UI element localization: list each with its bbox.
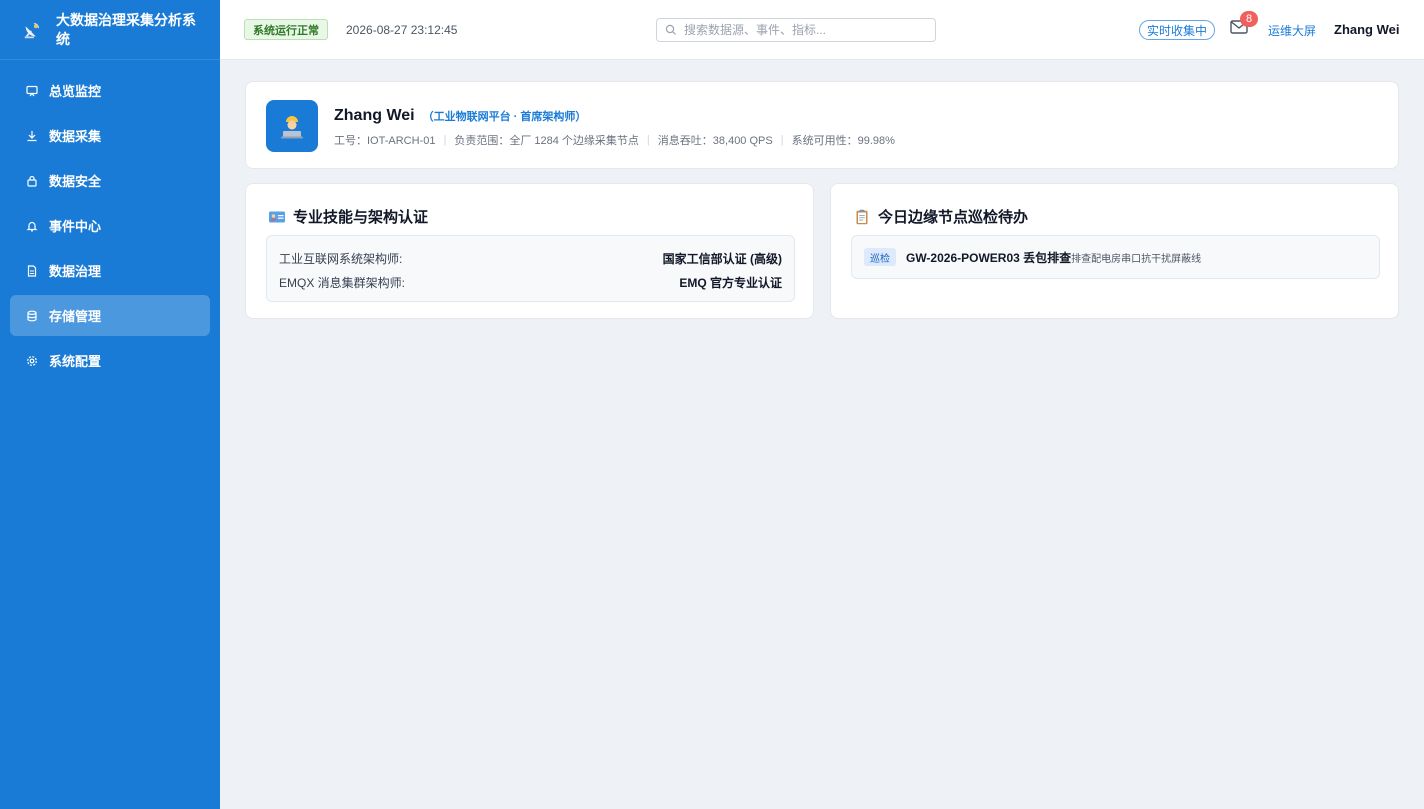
document-icon bbox=[26, 264, 38, 277]
sidebar-item-collection[interactable]: 数据采集 bbox=[10, 115, 210, 156]
employee-id: 工号：IOT-ARCH-01 bbox=[334, 135, 436, 147]
avatar bbox=[266, 100, 318, 152]
sidebar-item-label: 数据采集 bbox=[49, 129, 102, 144]
clipboard-icon bbox=[856, 209, 868, 224]
sidebar-nav: 总览监控 数据采集 数据安全 事件中心 数据治理 存储管理 系统配置 bbox=[0, 60, 220, 381]
skill-certification: EMQ 官方专业认证 bbox=[679, 275, 782, 290]
skill-name: EMQX 消息集群架构师: bbox=[279, 275, 406, 290]
user-name[interactable]: Zhang Wei bbox=[1334, 22, 1399, 37]
engineer-avatar-icon bbox=[281, 116, 303, 139]
brand: 大数据治理采集分析系统 bbox=[0, 0, 220, 60]
search-icon bbox=[665, 24, 676, 35]
profile-name-line: Zhang Wei （工业物联网平台 · 首席架构师） bbox=[334, 107, 586, 125]
divider: | bbox=[443, 134, 447, 146]
satellite-dish-icon bbox=[24, 22, 40, 38]
skills-card: 专业技能与架构认证 工业互联网系统架构师: 国家工信部认证 (高级) EMQX … bbox=[245, 183, 814, 319]
search-box[interactable] bbox=[656, 18, 936, 42]
skill-certification: 国家工信部认证 (高级) bbox=[662, 251, 782, 266]
sidebar-item-label: 数据安全 bbox=[49, 174, 102, 189]
profile-role: （工业物联网平台 · 首席架构师） bbox=[422, 111, 587, 123]
sidebar-item-governance[interactable]: 数据治理 bbox=[10, 250, 210, 291]
ops-dashboard-link[interactable]: 运维大屏 bbox=[1268, 22, 1316, 39]
skills-list: 工业互联网系统架构师: 国家工信部认证 (高级) EMQX 消息集群架构师: E… bbox=[266, 235, 795, 302]
skill-name: 工业互联网系统架构师: bbox=[279, 251, 403, 266]
realtime-collecting-badge[interactable]: 实时收集中 bbox=[1139, 20, 1216, 40]
divider: | bbox=[780, 134, 784, 146]
sidebar-item-label: 系统配置 bbox=[49, 354, 102, 369]
search-input[interactable] bbox=[684, 23, 924, 37]
sidebar-item-security[interactable]: 数据安全 bbox=[10, 160, 210, 201]
sidebar: 大数据治理采集分析系统 总览监控 数据采集 数据安全 事件中心 数据治理 存储管… bbox=[0, 0, 220, 809]
sidebar-item-settings[interactable]: 系统配置 bbox=[10, 340, 210, 381]
gear-icon bbox=[26, 355, 38, 367]
status-badge: 系统运行正常 bbox=[244, 19, 328, 40]
monitor-icon bbox=[26, 85, 38, 97]
skills-title: 专业技能与架构认证 bbox=[268, 206, 428, 227]
todo-item-title: GW-2026-POWER03 丢包排查 bbox=[906, 250, 1072, 265]
mail-count-badge: 8 bbox=[1240, 11, 1258, 27]
inspection-todo-card: 今日边缘节点巡检待办 巡检 GW-2026-POWER03 丢包排查 排查配电房… bbox=[830, 183, 1399, 319]
message-throughput: 消息吞吐：38,400 QPS bbox=[657, 135, 773, 147]
sidebar-item-label: 存储管理 bbox=[49, 309, 102, 324]
responsibility-scope: 负责范围：全厂 1284 个边缘采集节点 bbox=[454, 135, 639, 147]
database-icon bbox=[26, 310, 38, 322]
todo-title: 今日边缘节点巡检待办 bbox=[853, 206, 1028, 227]
top-header: 系统运行正常 2026-08-27 23:12:45 实时收集中 8 运维大屏 … bbox=[220, 0, 1424, 60]
todo-tag: 巡检 bbox=[864, 248, 896, 266]
profile-meta: 工号：IOT-ARCH-01 | 负责范围：全厂 1284 个边缘采集节点 | … bbox=[334, 132, 895, 148]
download-icon bbox=[26, 130, 38, 142]
system-availability: 系统可用性：99.98% bbox=[791, 135, 895, 147]
mail-button[interactable]: 8 bbox=[1230, 11, 1258, 39]
todo-item[interactable]: 巡检 GW-2026-POWER03 丢包排查 排查配电房串口抗干扰屏蔽线 bbox=[851, 235, 1380, 279]
profile-card: Zhang Wei （工业物联网平台 · 首席架构师） 工号：IOT-ARCH-0… bbox=[245, 81, 1399, 169]
sidebar-item-label: 事件中心 bbox=[49, 219, 102, 234]
id-card-icon bbox=[269, 211, 285, 222]
sidebar-item-storage[interactable]: 存储管理 bbox=[10, 295, 210, 336]
app-title: 大数据治理采集分析系统 bbox=[56, 11, 196, 47]
skill-row: 工业互联网系统架构师: 国家工信部认证 (高级) bbox=[279, 246, 782, 270]
todo-title-text: 今日边缘节点巡检待办 bbox=[878, 209, 1029, 226]
skills-title-text: 专业技能与架构认证 bbox=[293, 209, 429, 226]
sidebar-item-overview[interactable]: 总览监控 bbox=[10, 70, 210, 111]
sidebar-item-label: 总览监控 bbox=[49, 84, 102, 99]
bell-icon bbox=[26, 220, 38, 232]
sidebar-item-label: 数据治理 bbox=[49, 264, 102, 279]
lock-icon bbox=[26, 175, 38, 187]
profile-name: Zhang Wei bbox=[334, 107, 415, 124]
sidebar-item-events[interactable]: 事件中心 bbox=[10, 205, 210, 246]
todo-item-desc: 排查配电房串口抗干扰屏蔽线 bbox=[1071, 253, 1202, 265]
skill-row: EMQX 消息集群架构师: EMQ 官方专业认证 bbox=[279, 270, 782, 294]
divider: | bbox=[646, 134, 650, 146]
datetime: 2026-08-27 23:12:45 bbox=[346, 22, 458, 37]
